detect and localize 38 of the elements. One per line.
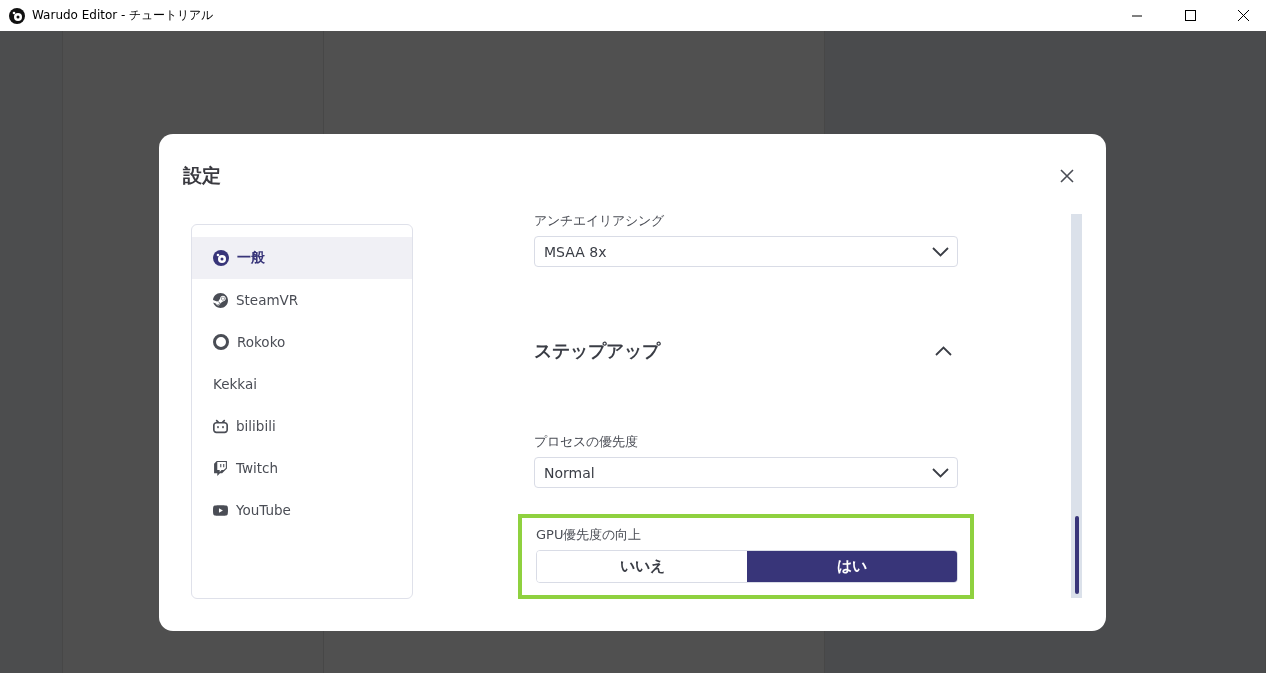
dropdown-field[interactable]: Normal bbox=[534, 457, 958, 488]
field-label: GPU優先度の向上 bbox=[536, 526, 643, 544]
tv-icon bbox=[213, 418, 228, 434]
nav-item[interactable]: SteamVR bbox=[192, 279, 412, 321]
chevron-down-icon bbox=[932, 246, 949, 257]
nav-item-label: 一般 bbox=[237, 249, 265, 267]
dialog-title: 設定 bbox=[183, 163, 221, 188]
field-label: アンチエイリアシング bbox=[534, 212, 665, 230]
chevron-down-icon bbox=[932, 467, 949, 478]
nav-item[interactable]: YouTube bbox=[192, 489, 412, 531]
field-label: プロセスの優先度 bbox=[534, 433, 639, 451]
scrollbar[interactable] bbox=[1071, 214, 1082, 598]
window-title: Warudo Editor - チュートリアル bbox=[32, 7, 215, 24]
nav-item-label: YouTube bbox=[236, 502, 291, 518]
chevron-up-icon bbox=[935, 346, 952, 356]
collapse-button[interactable] bbox=[933, 344, 954, 358]
maximize-icon[interactable] bbox=[1184, 10, 1196, 21]
app-logo-icon bbox=[9, 7, 25, 24]
close-icon[interactable] bbox=[1237, 10, 1249, 21]
nav-item-label: Twitch bbox=[236, 460, 279, 476]
nav-item[interactable]: Rokoko bbox=[192, 321, 412, 363]
dropdown-field[interactable]: MSAA 8x bbox=[534, 236, 958, 267]
nav-item[interactable]: 一般 bbox=[192, 237, 412, 279]
nav-item-label: SteamVR bbox=[236, 292, 299, 308]
nav-item[interactable]: Twitch bbox=[192, 447, 412, 489]
steam-logo-icon bbox=[213, 292, 228, 308]
nav-item[interactable]: Kekkai bbox=[192, 363, 412, 405]
logo-icon bbox=[213, 250, 229, 266]
nav-item-label: bilibili bbox=[236, 418, 276, 434]
close-button[interactable] bbox=[1058, 167, 1076, 185]
ring-icon bbox=[213, 334, 229, 350]
play-icon bbox=[213, 502, 228, 518]
nav-item-label: Rokoko bbox=[237, 334, 286, 350]
nav-item[interactable]: bilibili bbox=[192, 405, 412, 447]
nav-item-label: Kekkai bbox=[213, 376, 257, 392]
chat-bubble-icon bbox=[213, 460, 228, 476]
toggle-option[interactable]: はい bbox=[747, 551, 957, 582]
section-heading: ステップアップ bbox=[534, 339, 660, 363]
